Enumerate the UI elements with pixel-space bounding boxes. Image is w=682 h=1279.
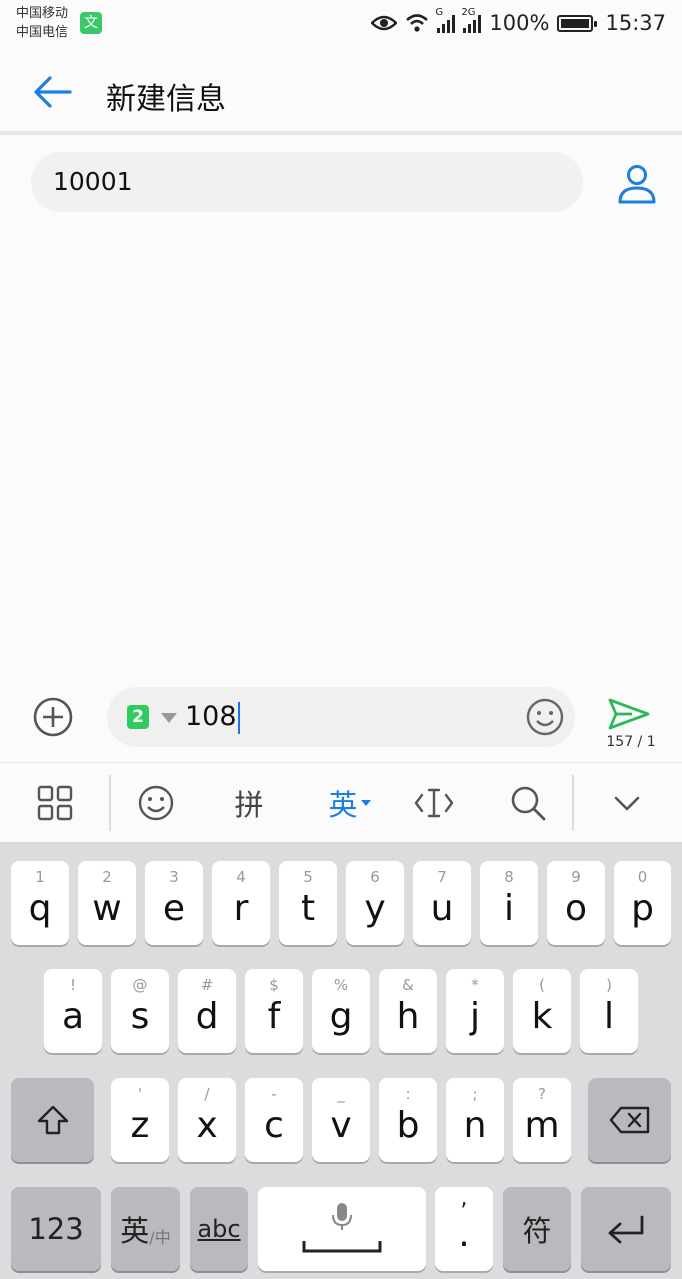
backspace-icon (609, 1106, 649, 1134)
chevron-down-icon (614, 796, 640, 811)
ime-toolbar: 拼 英 (0, 762, 682, 842)
back-arrow-icon[interactable] (32, 74, 72, 110)
signal-2-icon: 2G (461, 7, 482, 33)
key-s[interactable]: @ s (111, 969, 169, 1053)
key-h[interactable]: & h (379, 969, 437, 1053)
vpn-badge: 文 (80, 12, 102, 34)
dropdown-triangle-icon (360, 800, 371, 806)
sim-slot-badge[interactable]: 2 (127, 705, 149, 729)
eye-icon (371, 15, 398, 31)
keyboard: 1q 2w 3e 4r 5t 6y 7u 8i 9o 0p ! a @ s # d $… (0, 842, 682, 1279)
enter-arrow-icon (608, 1215, 644, 1244)
key-e[interactable]: 3e (145, 861, 203, 945)
shift-key[interactable] (11, 1078, 94, 1162)
grid-icon (37, 785, 73, 821)
key-o[interactable]: 9o (547, 861, 605, 945)
ime-cursor-button[interactable] (408, 763, 460, 843)
key-g[interactable]: % g (312, 969, 370, 1053)
carrier-1: 中国移动 (16, 6, 69, 21)
key-y[interactable]: 6y (346, 861, 404, 945)
key-b[interactable]: :b (379, 1078, 437, 1162)
toolbar-divider (109, 775, 111, 831)
symbols-key[interactable]: 符 (503, 1187, 571, 1271)
battery-icon (557, 14, 598, 32)
key-c[interactable]: -c (245, 1078, 303, 1162)
header-divider (0, 131, 682, 135)
numbers-key[interactable]: 123 (11, 1187, 101, 1271)
contact-person-icon[interactable] (614, 164, 660, 206)
key-z[interactable]: ' z (111, 1078, 169, 1162)
ime-english-button[interactable]: 英 (318, 763, 382, 843)
status-bar: 中国移动 中国电信 文 G 2G 100% 15:37 (0, 0, 682, 50)
ime-pinyin-button[interactable]: 拼 (222, 763, 276, 843)
emoji-icon[interactable] (525, 697, 565, 737)
key-i[interactable]: 8i (480, 861, 538, 945)
key-u[interactable]: 7u (413, 861, 471, 945)
key-k[interactable]: (k (513, 969, 571, 1053)
period-key[interactable]: , . (435, 1187, 493, 1271)
search-icon (511, 786, 546, 821)
key-x[interactable]: / x (178, 1078, 236, 1162)
key-r[interactable]: 4r (212, 861, 270, 945)
abc-key[interactable]: abc (190, 1187, 248, 1271)
ime-menu-button[interactable] (26, 763, 84, 843)
key-j[interactable]: * j (446, 969, 504, 1053)
compose-bar: 2 108 157 / 1 (0, 680, 682, 760)
key-a[interactable]: ! a (44, 969, 102, 1053)
signal-1-icon: G (435, 7, 456, 33)
key-q[interactable]: 1q (11, 861, 69, 945)
key-t[interactable]: 5t (279, 861, 337, 945)
key-l[interactable]: ) l (580, 969, 638, 1053)
toolbar-divider (572, 775, 574, 831)
microphone-icon (332, 1203, 352, 1230)
text-cursor-icon (414, 788, 454, 818)
ime-search-button[interactable] (504, 763, 552, 843)
shift-arrow-icon (37, 1105, 68, 1135)
character-counter: 157 / 1 (606, 734, 656, 750)
hide-keyboard-button[interactable] (604, 763, 650, 843)
add-attachment-icon[interactable] (32, 696, 74, 738)
status-icons: G 2G 100% 15:37 (371, 7, 666, 36)
key-m[interactable]: ? m (513, 1078, 571, 1162)
key-w[interactable]: 2w (78, 861, 136, 945)
language-switch-key[interactable]: 英/中 (111, 1187, 180, 1271)
key-v[interactable]: _ v (312, 1078, 370, 1162)
wifi-icon (406, 14, 429, 32)
ime-emoji-button[interactable] (130, 763, 182, 843)
send-icon[interactable] (606, 696, 652, 732)
key-d[interactable]: # d (178, 969, 236, 1053)
clock: 15:37 (605, 11, 666, 35)
key-n[interactable]: ; n (446, 1078, 504, 1162)
carrier-2: 中国电信 (16, 25, 69, 40)
space-bar-icon (302, 1241, 382, 1253)
battery-percent: 100% (489, 11, 550, 35)
key-p[interactable]: 0p (614, 861, 671, 945)
backspace-key[interactable] (588, 1078, 671, 1162)
sim-dropdown-icon[interactable] (161, 713, 177, 723)
recipient-input[interactable]: 10001 (31, 152, 583, 212)
enter-key[interactable] (581, 1187, 671, 1271)
smiley-icon (138, 785, 174, 821)
header: 新建信息 (0, 50, 682, 132)
text-cursor (237, 701, 240, 734)
space-key[interactable] (258, 1187, 426, 1271)
key-f[interactable]: $ f (245, 969, 303, 1053)
message-input[interactable]: 2 108 (107, 687, 575, 747)
message-text[interactable]: 108 (185, 699, 240, 735)
page-title: 新建信息 (106, 82, 226, 117)
